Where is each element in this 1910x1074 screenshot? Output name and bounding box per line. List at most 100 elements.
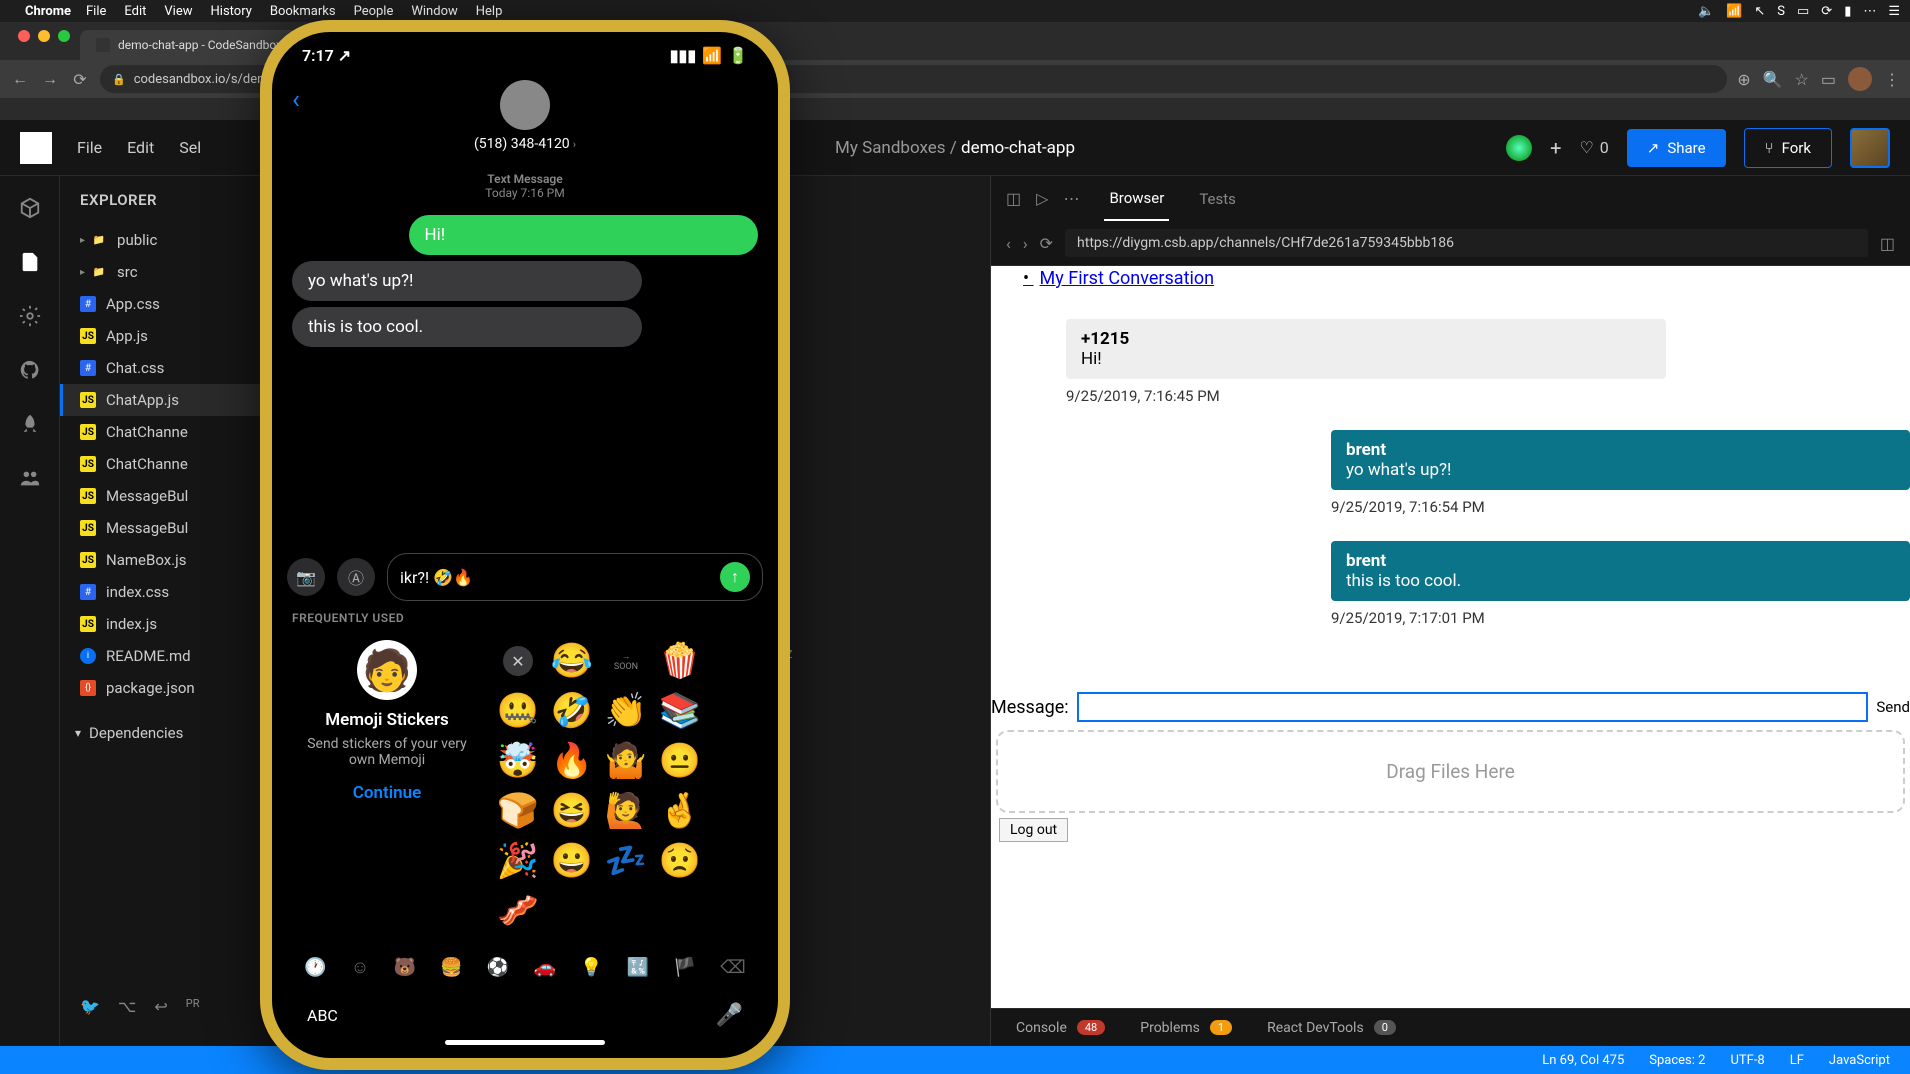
eol[interactable]: LF [1790, 1053, 1804, 1068]
logout-button[interactable]: Log out [999, 818, 1068, 842]
dots-icon[interactable]: ⋯ [1863, 4, 1876, 19]
zoom-icon[interactable]: 🔍 [1763, 70, 1783, 89]
more-icon[interactable]: ⋯ [1063, 189, 1079, 208]
file-item-index-css[interactable]: #index.css [60, 576, 279, 608]
preview-forward-button[interactable]: › [1023, 234, 1028, 253]
emoji-cell[interactable]: 🤯 [497, 740, 539, 782]
s-icon[interactable]: S [1777, 4, 1785, 19]
minimize-window-button[interactable] [38, 30, 50, 42]
emoji-cell[interactable]: 🍿 [659, 640, 701, 682]
devtools-tab[interactable]: React DevTools 0 [1267, 1020, 1396, 1036]
emoji-cell[interactable]: 🙋 [605, 790, 647, 832]
symbols-cat-icon[interactable]: 🔣 [627, 957, 649, 978]
volume-icon[interactable]: 🔈 [1698, 4, 1714, 19]
menu-icon[interactable]: ⋮ [1884, 70, 1900, 89]
csb-logo-icon[interactable] [20, 132, 52, 164]
file-item-chatchanne[interactable]: JSChatChanne [60, 416, 279, 448]
problems-tab[interactable]: Problems 1 [1140, 1020, 1232, 1036]
rocket-icon[interactable] [18, 412, 42, 436]
mic-button[interactable]: 🎤 [716, 1003, 743, 1028]
gear-icon[interactable] [18, 304, 42, 328]
activity-cat-icon[interactable]: ⚽ [487, 957, 509, 978]
emoji-cell[interactable]: 🥓 [497, 890, 539, 932]
reload-button[interactable]: ⟳ [70, 70, 90, 89]
message-input[interactable] [1077, 692, 1869, 722]
star-icon[interactable]: ☆ [1795, 70, 1809, 89]
share-button[interactable]: ↗ Share [1627, 129, 1726, 167]
menu-history[interactable]: History [211, 4, 252, 19]
received-bubble[interactable]: yo what's up?! [292, 261, 642, 301]
objects-cat-icon[interactable]: 💡 [580, 957, 602, 978]
travel-cat-icon[interactable]: 🚗 [534, 957, 556, 978]
language[interactable]: JavaScript [1829, 1053, 1890, 1068]
file-item-namebox-js[interactable]: JSNameBox.js [60, 544, 279, 576]
preview-url[interactable]: https://diygm.csb.app/channels/CHf7de261… [1065, 229, 1868, 257]
incognito-icon[interactable]: ▭ [1821, 70, 1836, 89]
menu-window[interactable]: Window [411, 4, 457, 19]
maximize-window-button[interactable] [58, 30, 70, 42]
send-button[interactable]: Send [1876, 698, 1910, 716]
profile-avatar[interactable] [1848, 67, 1872, 91]
emoji-cell[interactable]: 👏 [605, 690, 647, 732]
github-footer-icon[interactable]: ⌥ [118, 997, 136, 1016]
menu-file[interactable]: File [86, 4, 106, 19]
new-sandbox-button[interactable]: + [1550, 136, 1561, 160]
file-item-chatchanne[interactable]: JSChatChanne [60, 448, 279, 480]
food-cat-icon[interactable]: 🍔 [440, 957, 462, 978]
backspace-icon[interactable]: ⌫ [720, 957, 745, 978]
file-item-chatapp-js[interactable]: JSChatApp.js [60, 384, 279, 416]
split-icon[interactable]: ◫ [1006, 189, 1021, 208]
sync-icon[interactable]: ⟳ [1821, 4, 1832, 19]
emoji-cell[interactable]: 🤣 [551, 690, 593, 732]
list-icon[interactable]: ☰ [1888, 4, 1900, 19]
conversation-link[interactable]: My First Conversation [991, 266, 1214, 289]
file-item-index-js[interactable]: JSindex.js [60, 608, 279, 640]
emoji-cell[interactable]: 😀 [551, 840, 593, 882]
dependencies-header[interactable]: ▾ Dependencies [60, 714, 279, 752]
app-name[interactable]: Chrome [25, 4, 71, 19]
flags-cat-icon[interactable]: 🏴 [674, 957, 696, 978]
preview-reload-button[interactable]: ⟳ [1040, 234, 1053, 253]
breadcrumb-parent[interactable]: My Sandboxes [835, 138, 946, 158]
iphone-send-button[interactable]: ↑ [720, 562, 750, 592]
note-icon[interactable]: ▮ [1844, 4, 1851, 19]
menu-view[interactable]: View [164, 4, 192, 19]
people-icon[interactable] [18, 466, 42, 490]
file-item-public[interactable]: ▸📁public [60, 224, 279, 256]
emoji-cell[interactable]: 🤐 [497, 690, 539, 732]
file-item-readme-md[interactable]: iREADME.md [60, 640, 279, 672]
received-bubble[interactable]: this is too cool. [292, 307, 642, 347]
forward-button[interactable]: → [40, 69, 60, 89]
home-indicator[interactable] [445, 1040, 605, 1045]
file-item-src[interactable]: ▸📁src [60, 256, 279, 288]
emoji-cell[interactable]: 😟 [659, 840, 701, 882]
user-avatar[interactable] [1850, 128, 1890, 168]
wifi-icon[interactable]: 📶 [1726, 4, 1742, 19]
twitter-icon[interactable]: 🐦 [80, 997, 100, 1016]
emoji-cell[interactable]: 🤞 [659, 790, 701, 832]
file-item-messagebul[interactable]: JSMessageBul [60, 480, 279, 512]
cursor-position[interactable]: Ln 69, Col 475 [1542, 1053, 1624, 1068]
sent-bubble[interactable]: Hi! [409, 215, 759, 255]
breadcrumb-current[interactable]: demo-chat-app [961, 138, 1075, 158]
indent-setting[interactable]: Spaces: 2 [1649, 1053, 1705, 1068]
iphone-back-button[interactable]: ‹ [292, 85, 300, 115]
file-item-app-css[interactable]: #App.css [60, 288, 279, 320]
tab-tests[interactable]: Tests [1194, 178, 1241, 220]
emoji-cell[interactable]: 🎉 [497, 840, 539, 882]
animal-cat-icon[interactable]: 🐻 [393, 957, 415, 978]
badge-icon[interactable] [1506, 135, 1532, 161]
emoji-cell[interactable]: 🔥 [551, 740, 593, 782]
file-item-chat-css[interactable]: #Chat.css [60, 352, 279, 384]
close-memoji-button[interactable]: ✕ [503, 646, 533, 676]
file-item-package-json[interactable]: {}package.json [60, 672, 279, 704]
fork-button[interactable]: ⑂ Fork [1744, 128, 1832, 168]
menu-help[interactable]: Help [476, 4, 503, 19]
emoji-cell[interactable]: 🤷 [605, 740, 647, 782]
likes[interactable]: ♡ 0 [1579, 138, 1608, 157]
recent-icon[interactable]: 🕐 [304, 957, 326, 978]
abc-button[interactable]: ABC [307, 1006, 338, 1025]
csb-menu-edit[interactable]: Edit [127, 138, 154, 157]
github-icon[interactable] [18, 358, 42, 382]
popout-icon[interactable]: ▷ [1036, 189, 1048, 208]
